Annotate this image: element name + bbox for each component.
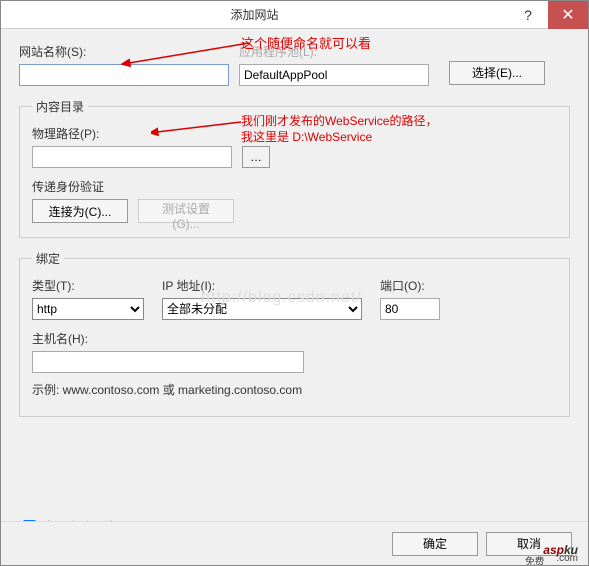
site-name-input[interactable] xyxy=(19,64,229,86)
binding-row1: 类型(T): http IP 地址(I): 全部未分配 端口(O): xyxy=(32,277,557,320)
connect-as-button[interactable]: 连接为(C)... xyxy=(32,199,128,223)
binding-fieldset: 绑定 类型(T): http IP 地址(I): 全部未分配 端口(O): xyxy=(19,250,570,417)
hostname-input[interactable] xyxy=(32,351,304,373)
logo-com: .com xyxy=(556,553,578,564)
hostname-label: 主机名(H): xyxy=(32,330,557,347)
titlebar: 添加网站 ? ✕ xyxy=(1,1,588,29)
browse-path-button[interactable]: … xyxy=(242,146,270,168)
dialog-content: 这个随便命名就可以看 网站名称(S): 应用程序池(L): 选择(E)... 内… xyxy=(1,29,588,546)
app-pool-label: 应用程序池(L): xyxy=(239,43,439,60)
site-name-label: 网站名称(S): xyxy=(19,43,229,60)
site-name-group: 网站名称(S): xyxy=(19,43,229,86)
content-dir-legend: 内容目录 xyxy=(32,98,88,115)
content-dir-fieldset: 内容目录 我们刚才发布的WebService的路径， 我这里是 D:\WebSe… xyxy=(19,98,570,238)
window-title: 添加网站 xyxy=(1,6,508,23)
hostname-example: 示例: www.contoso.com 或 marketing.contoso.… xyxy=(32,381,557,398)
port-group: 端口(O): xyxy=(380,277,440,320)
app-pool-group: 应用程序池(L): xyxy=(239,43,439,86)
physical-path-row: … xyxy=(32,146,557,168)
physical-path-label: 物理路径(P): xyxy=(32,125,557,142)
app-pool-input[interactable] xyxy=(239,64,429,86)
ip-label: IP 地址(I): xyxy=(162,277,362,294)
select-pool-button[interactable]: 选择(E)... xyxy=(449,61,545,85)
row-sitename-apppool: 网站名称(S): 应用程序池(L): 选择(E)... xyxy=(19,43,570,86)
dialog-window: 添加网站 ? ✕ 这个随便命名就可以看 网站名称(S): 应用程序池(L): 选… xyxy=(0,0,589,566)
logo-sub: 免费网站源码下载站！ xyxy=(525,553,544,566)
title-buttons: ? ✕ xyxy=(508,1,588,28)
dialog-footer: 确定 取消 xyxy=(1,521,588,565)
physical-path-input[interactable] xyxy=(32,146,232,168)
type-label: 类型(T): xyxy=(32,277,144,294)
auth-buttons-row: 连接为(C)... 测试设置(G)... xyxy=(32,199,557,223)
port-label: 端口(O): xyxy=(380,277,440,294)
ip-group: IP 地址(I): 全部未分配 xyxy=(162,277,362,320)
test-settings-button[interactable]: 测试设置(G)... xyxy=(138,199,234,223)
type-group: 类型(T): http xyxy=(32,277,144,320)
pass-through-label: 传递身份验证 xyxy=(32,178,557,195)
close-button[interactable]: ✕ xyxy=(548,1,588,29)
ellipsis-icon: … xyxy=(250,150,262,164)
binding-legend: 绑定 xyxy=(32,250,64,267)
select-pool-group: 选择(E)... xyxy=(449,45,545,85)
ip-select[interactable]: 全部未分配 xyxy=(162,298,362,320)
port-input[interactable] xyxy=(380,298,440,320)
aspku-logo: aspku 免费网站源码下载站！ .com xyxy=(543,529,578,561)
help-button[interactable]: ? xyxy=(508,1,548,29)
type-select[interactable]: http xyxy=(32,298,144,320)
ok-button[interactable]: 确定 xyxy=(392,532,478,556)
